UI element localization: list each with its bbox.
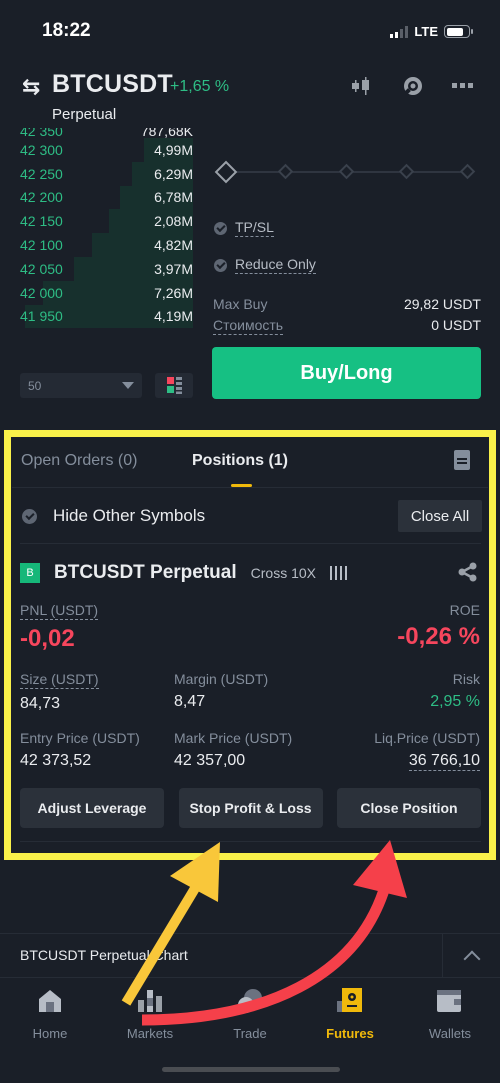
- order-quantity: 6,78M: [154, 189, 193, 206]
- order-price: 42 300: [20, 141, 63, 158]
- reduce-only-checkbox[interactable]: Reduce Only: [214, 256, 316, 274]
- order-book-row[interactable]: 42 250 6,29M: [18, 161, 193, 186]
- order-quantity: 4,19M: [154, 308, 193, 325]
- order-book-row[interactable]: 42 300 4,99M: [18, 138, 193, 162]
- order-price: 42 000: [20, 284, 63, 301]
- network-label: LTE: [414, 24, 438, 39]
- order-price: 41 950: [20, 308, 63, 325]
- status-indicators: LTE: [390, 24, 473, 39]
- status-bar: 18:22 LTE: [0, 0, 500, 60]
- nav-home-label: Home: [32, 1026, 68, 1041]
- nav-markets-label: Markets: [126, 1026, 174, 1041]
- order-quantity: 3,97M: [154, 260, 193, 277]
- more-icon[interactable]: [452, 76, 474, 96]
- orderbook-layout-button[interactable]: [155, 373, 193, 398]
- slider-handle[interactable]: [214, 160, 238, 184]
- orderbook-layout-icon: [167, 377, 182, 394]
- nav-trade-label: Trade: [233, 1026, 267, 1041]
- trade-icon: [237, 988, 263, 1014]
- order-book-row[interactable]: 41 950 4,19M: [18, 304, 193, 329]
- symbol-title[interactable]: BTCUSDT: [52, 70, 173, 99]
- expand-chart-button[interactable]: [442, 934, 500, 978]
- nav-trade[interactable]: Trade: [200, 980, 300, 1050]
- contract-type: Perpetual: [52, 106, 117, 123]
- order-price: 42 200: [20, 189, 63, 206]
- nav-markets[interactable]: Markets: [100, 980, 200, 1050]
- nav-futures-label: Futures: [326, 1026, 374, 1041]
- tpsl-checkbox[interactable]: TP/SL: [214, 219, 274, 237]
- order-quantity: 4,99M: [154, 141, 193, 158]
- order-quantity: 6,29M: [154, 165, 193, 182]
- swap-symbol-icon[interactable]: ⇆: [22, 74, 40, 100]
- symbol-header: ⇆ BTCUSDT +1,65 % Perpetual: [0, 68, 500, 128]
- slider-step-75[interactable]: [398, 163, 415, 180]
- cost-label: Стоимость: [213, 317, 284, 335]
- buy-long-button[interactable]: Buy/Long: [212, 347, 481, 399]
- order-book-row[interactable]: 42 000 7,26M: [18, 280, 193, 305]
- yellow-arrow: [121, 842, 220, 1006]
- order-quantity: 2,08M: [154, 213, 193, 230]
- chevron-up-icon: [463, 950, 480, 968]
- order-book: 42 350 787,68K 42 300 4,99M 42 250 6,29M 42 …: [18, 128, 193, 358]
- nav-home[interactable]: Home: [0, 980, 100, 1050]
- cost-row: Стоимость 0 USDT: [213, 317, 481, 335]
- order-book-row[interactable]: 42 100 4,82M: [18, 233, 193, 257]
- markets-icon: [137, 988, 163, 1014]
- chart-candles-icon[interactable]: [352, 76, 374, 96]
- reduce-only-label: Reduce Only: [235, 256, 316, 274]
- signal-icon: [390, 25, 409, 38]
- depth-select-value: 50: [28, 378, 42, 393]
- nav-futures[interactable]: Futures: [300, 980, 400, 1050]
- order-quantity: 787,68K: [140, 128, 193, 139]
- order-price: 42 100: [20, 237, 63, 254]
- nav-wallets-label: Wallets: [428, 1026, 472, 1041]
- chevron-down-icon: [122, 382, 134, 389]
- check-icon: [214, 258, 227, 272]
- chart-bar-label: BTCUSDT Perpetual Chart: [20, 947, 188, 963]
- order-price: 42 150: [20, 213, 63, 230]
- order-quantity: 4,82M: [154, 237, 193, 254]
- home-indicator: [162, 1067, 340, 1072]
- slider-step-100[interactable]: [459, 163, 476, 180]
- tpsl-label: TP/SL: [235, 219, 274, 237]
- wallets-icon: [437, 988, 463, 1014]
- order-quantity: 7,26M: [154, 284, 193, 301]
- status-time: 18:22: [42, 20, 91, 41]
- order-book-row[interactable]: 42 200 6,78M: [18, 185, 193, 210]
- slider-step-50[interactable]: [338, 163, 355, 180]
- price-change: +1,65 %: [170, 78, 230, 95]
- order-book-row[interactable]: 42 050 3,97M: [18, 256, 193, 281]
- max-buy-value: 29,82 USDT: [403, 296, 481, 312]
- home-icon: [37, 988, 63, 1014]
- order-price: 42 050: [20, 260, 63, 277]
- order-book-row[interactable]: 42 150 2,08M: [18, 209, 193, 234]
- bottom-nav: Home Markets Trade Futures Wallets: [0, 980, 500, 1050]
- battery-icon: [444, 25, 473, 38]
- check-icon: [214, 221, 227, 235]
- max-buy-row: Max Buy 29,82 USDT: [213, 296, 481, 312]
- order-book-row[interactable]: 42 350 787,68K: [18, 128, 193, 139]
- order-price: 42 250: [20, 165, 63, 182]
- highlight-box: [4, 430, 496, 860]
- nav-wallets[interactable]: Wallets: [400, 980, 500, 1050]
- settings-icon[interactable]: [402, 76, 424, 96]
- order-price: 42 350: [20, 128, 63, 139]
- leverage-slider[interactable]: [214, 160, 482, 184]
- slider-step-25[interactable]: [277, 163, 294, 180]
- depth-select[interactable]: 50: [20, 373, 142, 398]
- cost-value: 0 USDT: [431, 317, 481, 333]
- chart-bar[interactable]: BTCUSDT Perpetual Chart: [0, 933, 500, 978]
- max-buy-label: Max Buy: [213, 296, 268, 312]
- futures-icon: [337, 988, 363, 1014]
